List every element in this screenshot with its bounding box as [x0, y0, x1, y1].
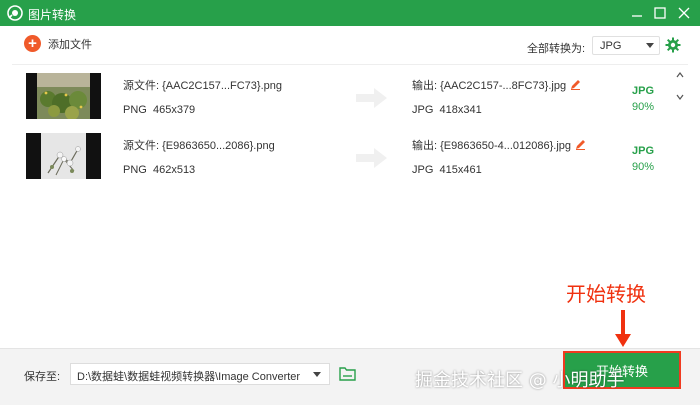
scroll-down-icon	[676, 94, 684, 100]
minimize-button[interactable]	[627, 3, 647, 23]
source-filename: 源文件: {E9863650...2086}.png	[123, 140, 275, 152]
file-row[interactable]: 源文件: {E9863650...2086}.png PNG 462x513 输…	[12, 129, 672, 189]
arrow-right-icon	[356, 88, 387, 108]
maximize-icon	[654, 7, 666, 19]
save-to-label: 保存至:	[24, 371, 61, 383]
output-info: JPG 415x461	[412, 164, 482, 176]
quality-value[interactable]: 90%	[632, 101, 654, 113]
output-format-select[interactable]: JPG	[592, 36, 660, 55]
arrow-right-icon	[356, 148, 387, 168]
close-icon	[678, 7, 690, 19]
save-path-value: D:\数据蛙\数据蛙视频转换器\Image Converter	[77, 371, 301, 383]
arrow-down-icon	[615, 310, 631, 347]
add-file-button[interactable]: + 添加文件	[24, 35, 92, 52]
annotation-callout: 开始转换	[566, 282, 646, 306]
output-filename: 输出: {AAC2C157-...8FC73}.jpg	[412, 77, 581, 93]
output-info: JPG 418x341	[412, 104, 482, 116]
plus-icon: +	[24, 35, 41, 52]
edit-icon[interactable]	[570, 79, 581, 90]
title-bar: 图片转换	[0, 0, 700, 26]
output-format-badge[interactable]: JPG	[632, 85, 654, 97]
minimize-icon	[632, 15, 642, 17]
scroll-arrows[interactable]	[674, 70, 686, 102]
folder-icon[interactable]	[339, 366, 356, 381]
file-row[interactable]: 源文件: {AAC2C157...FC73}.png PNG 465x379 输…	[12, 69, 672, 129]
scroll-up-icon	[676, 72, 684, 78]
maximize-button[interactable]	[650, 3, 670, 23]
watermark: 掘金技术社区 @ 小明助手	[415, 370, 625, 391]
gear-icon[interactable]	[665, 37, 681, 53]
output-format-value: JPG	[600, 40, 622, 52]
window-title: 图片转换	[28, 8, 77, 22]
output-filename: 输出: {E9863650-4...012086}.jpg	[412, 137, 586, 153]
toolbar: + 添加文件 全部转换为: JPG	[0, 26, 700, 64]
chevron-down-icon	[646, 43, 654, 48]
source-filename: 源文件: {AAC2C157...FC73}.png	[123, 80, 282, 92]
file-thumbnail	[26, 73, 101, 119]
convert-all-label: 全部转换为:	[527, 43, 586, 55]
close-button[interactable]	[674, 3, 694, 23]
app-logo-icon	[7, 5, 23, 21]
source-info: PNG 465x379	[123, 104, 196, 116]
output-format-badge[interactable]: JPG	[632, 145, 654, 157]
edit-icon[interactable]	[575, 139, 586, 150]
file-thumbnail	[26, 133, 101, 179]
chevron-down-icon[interactable]	[313, 372, 321, 377]
quality-value[interactable]: 90%	[632, 161, 654, 173]
save-path-select[interactable]: D:\数据蛙\数据蛙视频转换器\Image Converter	[70, 363, 330, 385]
source-info: PNG 462x513	[123, 164, 196, 176]
add-file-label: 添加文件	[48, 38, 92, 51]
